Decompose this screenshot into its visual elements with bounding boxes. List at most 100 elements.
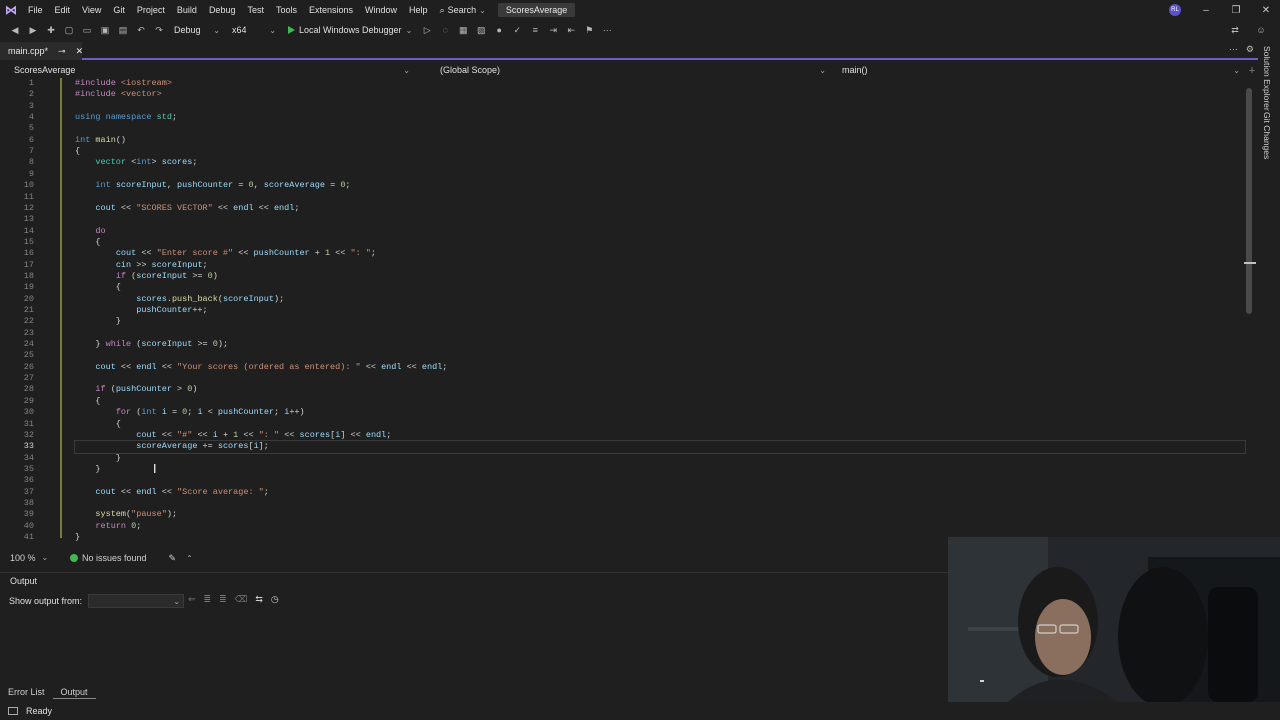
code-line[interactable]: cout << "#" << i + 1 << ": " << scores[i… [75,430,391,441]
code-line[interactable]: cin >> scoreInput; [75,260,208,271]
tab-output[interactable]: Output [52,685,96,699]
menu-edit[interactable]: Edit [49,0,77,20]
vertical-scrollbar[interactable] [1246,88,1252,314]
start-debugging-button[interactable]: Local Windows Debugger ⌄ [284,25,416,35]
code-line[interactable]: cout << "SCORES VECTOR" << endl << endl; [75,203,299,214]
menu-tools[interactable]: Tools [270,0,303,20]
visual-studio-logo-icon[interactable]: ⋈ [0,0,22,20]
feedback-icon[interactable]: ☺ [1254,23,1268,37]
code-line[interactable]: using namespace std; [75,112,177,123]
project-dropdown[interactable]: ScoresAverage ⌄ [10,62,414,78]
new-project-icon[interactable]: ✚ [44,23,58,37]
close-icon[interactable]: ✕ [76,46,84,57]
code-line[interactable]: do [75,226,105,237]
member-dropdown[interactable]: main() ⌄ [838,62,1244,78]
new-file-icon[interactable]: ▢ [62,23,76,37]
browse-icon[interactable]: ▦ [456,23,470,37]
code-line[interactable]: cout << "Enter score #" << pushCounter +… [75,248,376,259]
tab-list-icon[interactable]: ⋯ [1229,44,1238,55]
menu-extensions[interactable]: Extensions [303,0,359,20]
indent-icon[interactable]: ⇥ [546,23,560,37]
pin-icon[interactable]: ⊸ [58,46,66,57]
close-window-button[interactable]: ✕ [1251,0,1280,20]
bookmark-icon[interactable]: ⚑ [582,23,596,37]
spell-check-icon[interactable]: ✓ [510,23,524,37]
search-menu-button[interactable]: ⌕ Search ⌄ [434,5,492,16]
output-source-dropdown[interactable]: ⌄ [88,594,185,608]
code-line[interactable]: int main() [75,135,126,146]
menu-git[interactable]: Git [107,0,131,20]
open-folder-icon[interactable]: ▭ [80,23,94,37]
code-line[interactable]: #include <iostream> [75,78,172,89]
menu-help[interactable]: Help [403,0,434,20]
avatar[interactable]: RL [1169,4,1181,16]
save-all-icon[interactable]: ▤ [116,23,130,37]
code-line[interactable]: for (int i = 0; i < pushCounter; i++) [75,407,305,418]
code-line[interactable]: if (scoreInput >= 0) [75,271,218,282]
window-layout-icon[interactable]: ▧ [474,23,488,37]
code-line[interactable]: } [75,316,121,327]
configuration-dropdown[interactable]: Debug ⌄ [170,23,224,37]
issues-indicator[interactable]: No issues found ✎ ⌃ [70,553,193,564]
menu-debug[interactable]: Debug [203,0,242,20]
code-line[interactable]: cout << endl << "Your scores (ordered as… [75,362,447,373]
tab-main-cpp[interactable]: main.cpp* ⊸ ✕ [0,42,84,60]
menu-view[interactable]: View [76,0,107,20]
code-line[interactable]: return 0; [75,521,141,532]
next-message-icon[interactable]: ≣ [219,594,227,605]
code-line[interactable]: { [75,419,121,430]
back-icon[interactable]: ◀ [8,23,22,37]
redo-icon[interactable]: ↷ [152,23,166,37]
code-line[interactable]: cout << endl << "Score average: "; [75,487,268,498]
clock-icon[interactable]: ◷ [271,594,279,605]
code-line[interactable]: system("pause"); [75,509,177,520]
hot-reload-icon[interactable]: ◌ [438,23,452,37]
forward-icon[interactable]: ▶ [26,23,40,37]
more-icon[interactable]: ⋯ [600,23,614,37]
minimize-button[interactable]: – [1191,0,1221,20]
settings-gear-icon[interactable]: ⚙ [1246,44,1254,55]
menu-test[interactable]: Test [241,0,270,20]
undo-icon[interactable]: ↶ [134,23,148,37]
code-line[interactable]: } while (scoreInput >= 0); [75,339,228,350]
live-share-icon[interactable]: ⇄ [1228,23,1242,37]
previous-message-icon[interactable]: ≣ [204,594,212,605]
clear-all-icon[interactable]: ⌫ [235,594,248,605]
code-line[interactable]: vector <int> scores; [75,157,197,168]
zoom-dropdown[interactable]: 100 % ⌄ [10,553,48,563]
code-line[interactable]: { [75,282,121,293]
code-editor[interactable]: 1 2 3 4 5 6 7 8 9 10 11 12 13 14 15 16 17 18 19 20 21 22 23 24 2… [0,78,1258,546]
menu-window[interactable]: Window [359,0,403,20]
menu-build[interactable]: Build [171,0,203,20]
save-icon[interactable]: ▣ [98,23,112,37]
word-wrap-icon[interactable]: ⇆ [255,594,263,605]
tab-git-changes[interactable]: Git Changes [1262,112,1272,159]
code-line[interactable]: } [75,532,80,543]
code-cleanup-icon[interactable]: ✎ [169,553,177,564]
split-window-icon[interactable]: ＋ [1248,65,1256,76]
start-without-debugging-icon[interactable]: ▷ [420,23,434,37]
code-line[interactable]: #include <vector> [75,89,162,100]
code-line[interactable]: { [75,396,100,407]
menu-project[interactable]: Project [131,0,171,20]
tab-error-list[interactable]: Error List [0,685,53,699]
code-line[interactable]: { [75,237,100,248]
comment-icon[interactable]: ≡ [528,23,542,37]
code-line[interactable]: if (pushCounter > 0) [75,384,197,395]
code-line[interactable]: scoreAverage += scores[i]; [74,440,1246,454]
scope-dropdown[interactable]: (Global Scope) ⌄ [436,62,830,78]
breakpoint-icon[interactable]: ● [492,23,506,37]
menu-file[interactable]: File [22,0,49,20]
chevron-up-icon[interactable]: ⌃ [186,554,193,563]
outdent-icon[interactable]: ⇤ [564,23,578,37]
code-line[interactable]: { [75,146,80,157]
code-line[interactable]: } [75,464,100,475]
code-line[interactable]: int scoreInput, pushCounter = 0, scoreAv… [75,180,350,191]
tab-solution-explorer[interactable]: Solution Explorer [1262,46,1272,111]
find-message-icon[interactable]: ⇐ [188,594,196,605]
code-line[interactable]: } [75,453,121,464]
platform-dropdown[interactable]: x64 ⌄ [228,23,280,37]
maximize-button[interactable]: ❐ [1221,0,1251,20]
code-line[interactable]: pushCounter++; [75,305,207,316]
code-line[interactable]: scores.push_back(scoreInput); [75,294,284,305]
